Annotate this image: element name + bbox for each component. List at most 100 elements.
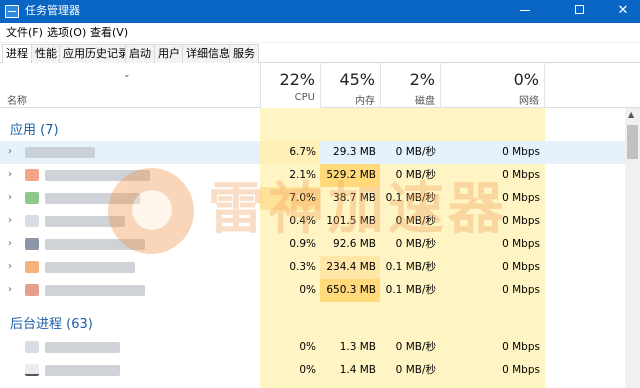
memory-value: 650.3 MB [326,284,376,296]
app-icon [25,215,39,227]
disk-value: 0 MB/秒 [395,215,436,227]
app-icon [25,238,39,250]
chevron-right-icon[interactable]: › [8,192,12,203]
tab-performance[interactable]: 性能 [31,44,61,63]
maximize-button[interactable] [556,0,602,23]
chevron-right-icon[interactable]: › [8,284,12,295]
tab-details[interactable]: 详细信息 [182,44,234,63]
network-label: 网络 [519,96,539,107]
network-value: 0 Mbps [502,146,540,158]
menu-bar: 文件(F) 选项(O) 查看(V) [0,23,640,43]
memory-value: 1.3 MB [339,341,376,353]
task-manager-window: 任务管理器 ✕ 文件(F) 选项(O) 查看(V) 进程 性能 应用历史记录 启… [0,0,640,388]
memory-value: 29.3 MB [333,146,376,158]
sort-caret-icon[interactable]: ⌄ [123,70,131,80]
redacted-process-name [45,239,145,250]
table-row[interactable]: 0% 1.3 MB 0 MB/秒 0 Mbps [0,336,625,359]
table-row[interactable]: › 6.7% 29.3 MB 0 MB/秒 0 Mbps [0,141,625,164]
cpu-value: 0% [299,364,316,376]
disk-value: 0 MB/秒 [395,238,436,250]
redacted-process-name [45,342,120,353]
app-icon [25,192,39,204]
memory-label: 内存 [355,96,375,107]
menu-file[interactable]: 文件(F) [6,26,43,40]
chevron-right-icon[interactable]: › [8,169,12,180]
minimize-icon [520,10,530,11]
app-icon [25,261,39,273]
cpu-total: 22% [279,70,315,89]
chevron-right-icon[interactable]: › [8,146,12,157]
redacted-process-name [45,216,125,227]
column-header: 22% CPU 45% 内存 2% 磁盘 0% 网络 [0,63,640,108]
memory-value: 1.4 MB [339,364,376,376]
tab-users[interactable]: 用户 [154,44,184,63]
cpu-value: 6.7% [289,146,316,158]
chevron-right-icon[interactable]: › [8,215,12,226]
scrollbar-thumb[interactable] [627,125,638,159]
disk-label: 磁盘 [415,96,435,107]
network-value: 0 Mbps [502,341,540,353]
redacted-process-name [45,365,120,376]
vertical-scrollbar[interactable]: ▲ [625,108,640,388]
cpu-column-header[interactable]: 22% CPU [260,63,320,108]
network-value: 0 Mbps [502,364,540,376]
maximize-icon [574,5,584,14]
network-column-header[interactable]: 0% 网络 [440,63,545,108]
disk-value: 0.1 MB/秒 [385,261,436,273]
table-row[interactable]: 0% 1.4 MB 0 MB/秒 0 Mbps [0,359,625,382]
tab-startup[interactable]: 启动 [125,44,155,63]
tab-app-history[interactable]: 应用历史记录 [59,44,133,63]
window-title: 任务管理器 [25,4,80,17]
network-value: 0 Mbps [502,261,540,273]
disk-value: 0.1 MB/秒 [385,284,436,296]
disk-column-header[interactable]: 2% 磁盘 [380,63,440,108]
redacted-process-name [45,285,145,296]
cpu-label: CPU [294,92,315,103]
close-button[interactable]: ✕ [600,0,640,23]
memory-value: 101.5 MB [326,215,376,227]
cpu-value: 0% [299,341,316,353]
table-row[interactable]: › 0% 650.3 MB 0.1 MB/秒 0 Mbps [0,279,625,302]
title-bar[interactable]: 任务管理器 ✕ [0,0,640,23]
disk-total: 2% [409,70,435,89]
tab-processes[interactable]: 进程 [2,44,32,64]
memory-value: 529.2 MB [326,169,376,181]
minimize-button[interactable] [502,0,548,23]
app-icon [5,5,19,18]
redacted-process-name [25,147,95,158]
name-column-header[interactable]: 名称 [7,92,27,107]
memory-value: 234.4 MB [326,261,376,273]
network-total: 0% [513,70,539,89]
redacted-process-name [45,170,150,181]
group-apps[interactable]: 应用 (7) [10,119,59,138]
process-icon [25,364,39,376]
memory-total: 45% [339,70,375,89]
table-row[interactable]: › 0.9% 92.6 MB 0 MB/秒 0 Mbps [0,233,625,256]
disk-value: 0 MB/秒 [395,169,436,181]
memory-value: 92.6 MB [333,238,376,250]
disk-value: 0 MB/秒 [395,364,436,376]
chevron-right-icon[interactable]: › [8,261,12,272]
menu-view[interactable]: 查看(V) [90,26,128,40]
process-icon [25,341,39,353]
cpu-value: 2.1% [289,169,316,181]
cpu-value: 0.3% [289,261,316,273]
table-row[interactable]: › 0.4% 101.5 MB 0 MB/秒 0 Mbps [0,210,625,233]
redacted-process-name [45,262,135,273]
menu-options[interactable]: 选项(O) [47,26,86,40]
scroll-up-icon[interactable]: ▲ [628,110,634,119]
cpu-value: 0% [299,284,316,296]
memory-column-header[interactable]: 45% 内存 [320,63,380,108]
table-row[interactable]: › 7.0% 38.7 MB 0.1 MB/秒 0 Mbps [0,187,625,210]
network-value: 0 Mbps [502,169,540,181]
tab-bar: 进程 性能 应用历史记录 启动 用户 详细信息 服务 [0,43,640,64]
redacted-process-name [45,193,140,204]
tab-services[interactable]: 服务 [229,44,259,63]
chevron-right-icon[interactable]: › [8,238,12,249]
network-value: 0 Mbps [502,215,540,227]
memory-value: 38.7 MB [333,192,376,204]
table-row[interactable]: › 2.1% 529.2 MB 0 MB/秒 0 Mbps [0,164,625,187]
table-row[interactable]: › 0.3% 234.4 MB 0.1 MB/秒 0 Mbps [0,256,625,279]
group-background-processes[interactable]: 后台进程 (63) [10,313,93,332]
disk-value: 0 MB/秒 [395,146,436,158]
